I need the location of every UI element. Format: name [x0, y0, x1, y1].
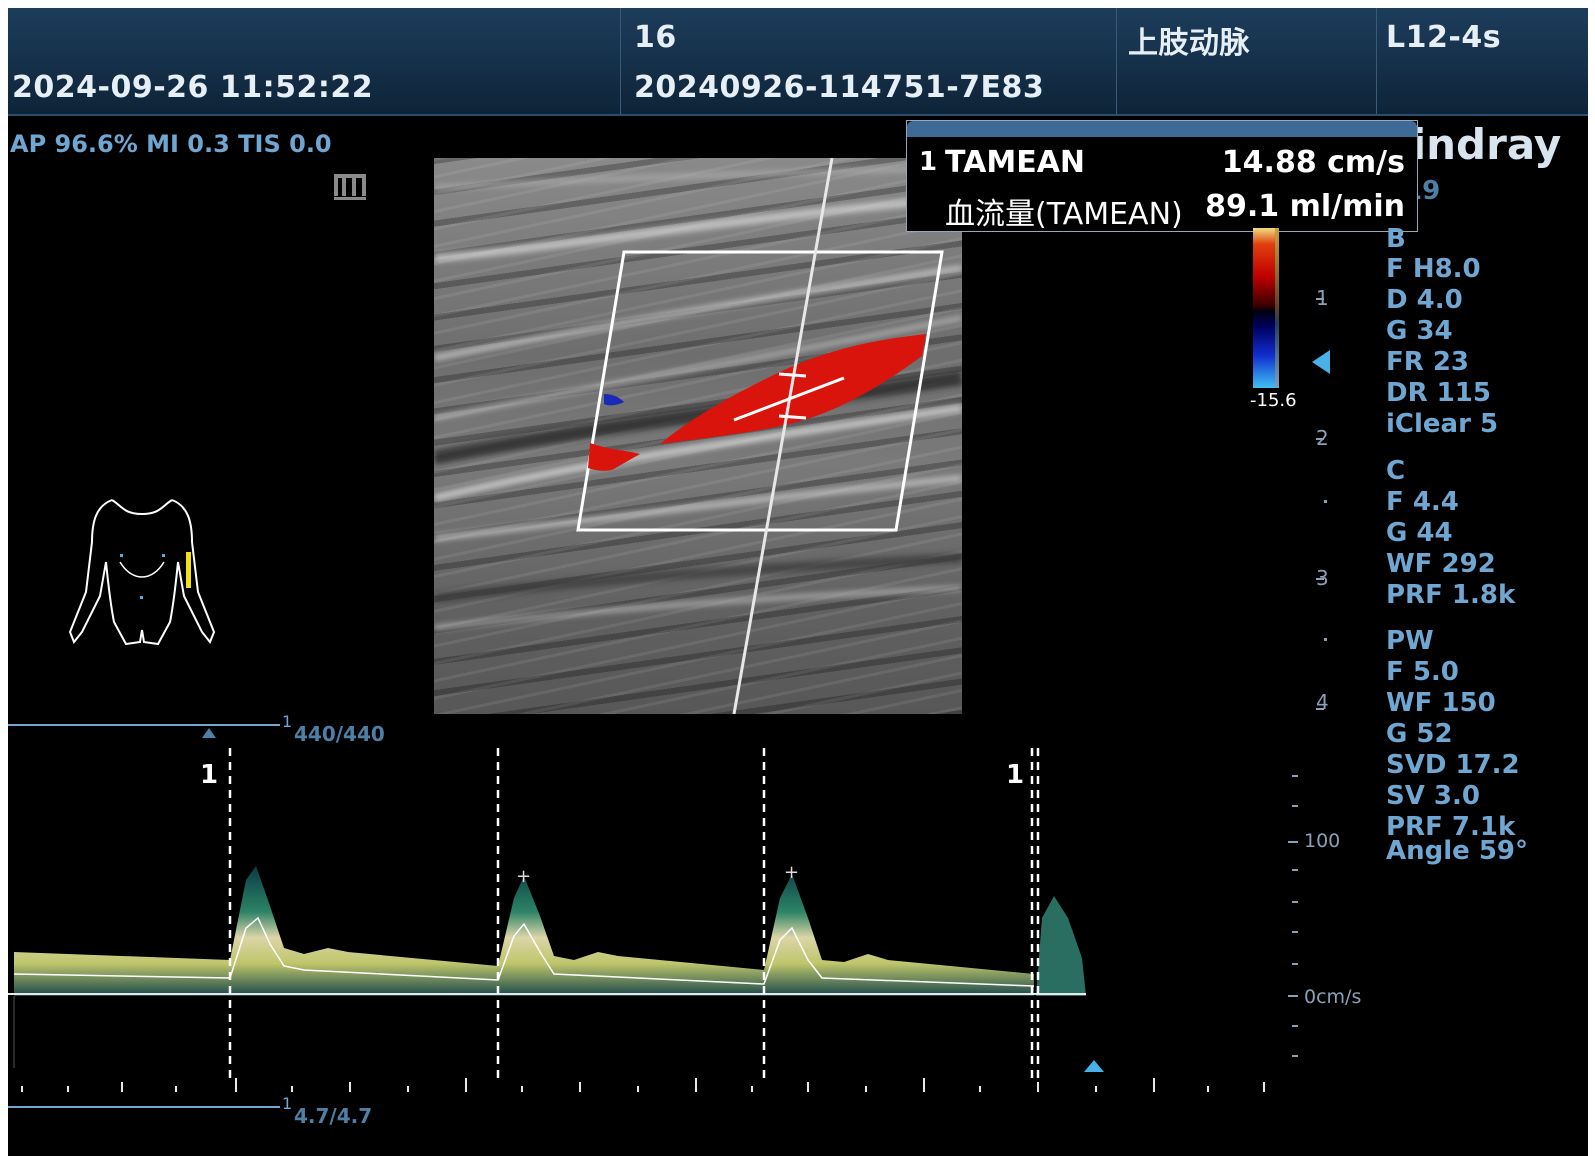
param-pw-wall-filter[interactable]: WF 150 — [1386, 688, 1496, 718]
exam-datetime: 2024-09-26 11:52:22 — [12, 70, 374, 105]
depth-dot — [1324, 638, 1327, 641]
param-b-iclear[interactable]: iClear 5 — [1386, 409, 1498, 439]
color-scale-min: -15.6 — [1250, 390, 1297, 411]
header-cell-exam-type: 上肢动脉 — [1116, 8, 1377, 114]
measurement-results-box[interactable]: 1 TAMEAN 14.88 cm/s 血流量(TAMEAN) 89.1 ml/… — [906, 120, 1418, 232]
velocity-label-0: 0cm/s — [1304, 986, 1362, 1008]
header-cell-datetime: 2024-09-26 11:52:22 — [8, 8, 621, 114]
param-c-prf[interactable]: PRF 1.8k — [1386, 580, 1515, 610]
param-c-wall-filter[interactable]: WF 292 — [1386, 549, 1496, 579]
exam-type: 上肢动脉 — [1128, 26, 1250, 61]
patient-number: 16 — [634, 20, 677, 55]
depth-mark — [1316, 438, 1324, 440]
meas-name-flow: 血流量(TAMEAN) — [945, 197, 1183, 232]
depth-tick-4: 4 — [1316, 690, 1329, 714]
param-b-gain[interactable]: G 34 — [1386, 316, 1453, 346]
param-b-freq[interactable]: F H8.0 — [1386, 254, 1481, 284]
cycle-label-left: 1 — [200, 760, 219, 790]
focus-position-icon[interactable] — [1310, 348, 1332, 376]
cine-position-icon[interactable] — [202, 728, 216, 738]
meas-value-tamean: 14.88 cm/s — [1221, 145, 1405, 180]
spectrum-waveform — [13, 866, 1086, 1068]
measurement-box-titlebar — [907, 121, 1417, 137]
doppler-cursor-line[interactable] — [732, 158, 834, 714]
doppler-spectrum[interactable]: + + 1 1 — [8, 748, 1298, 1098]
time-counter: 4.7/4.7 — [294, 1104, 373, 1128]
orientation-marker-icon — [334, 174, 366, 200]
param-pw-gain[interactable]: G 52 — [1386, 719, 1453, 749]
depth-dot — [1324, 500, 1327, 503]
param-pw-sv[interactable]: SV 3.0 — [1386, 781, 1480, 811]
header-cell-patient: 16 20240926-114751-7E83 — [620, 8, 1117, 114]
param-pw-angle[interactable]: Angle 59° — [1386, 836, 1528, 866]
time-timeline-bar[interactable] — [8, 1106, 280, 1108]
flow-red-region-small — [588, 443, 640, 471]
header-cell-probe: L12-4s — [1376, 8, 1588, 114]
param-b-depth[interactable]: D 4.0 — [1386, 285, 1463, 315]
param-pw-svd[interactable]: SVD 17.2 — [1386, 750, 1520, 780]
b-mode-image[interactable] — [434, 158, 962, 714]
meas-value-flow: 89.1 ml/min — [1205, 189, 1405, 224]
exam-id: 20240926-114751-7E83 — [634, 70, 1045, 105]
meas-name-tamean: TAMEAN — [945, 145, 1086, 180]
sample-gate-bottom — [778, 414, 807, 420]
param-b-frame-rate: FR 23 — [1386, 347, 1470, 377]
velocity-label-100: 100 — [1304, 830, 1341, 852]
param-pw-title: PW — [1386, 626, 1434, 656]
body-marker-icon — [68, 499, 216, 646]
cine-end-marker: 1 — [282, 712, 293, 731]
color-velocity-scale — [1253, 228, 1275, 388]
param-b-dynamic-range[interactable]: DR 115 — [1386, 378, 1491, 408]
peak-marker: + — [516, 866, 531, 887]
depth-mark — [1316, 578, 1324, 580]
header-bar: 2024-09-26 11:52:22 16 20240926-114751-7… — [8, 8, 1588, 116]
depth-mark — [1316, 298, 1324, 300]
cycle-label-right: 1 — [1006, 760, 1025, 790]
param-c-freq[interactable]: F 4.4 — [1386, 487, 1459, 517]
time-end-marker: 1 — [282, 1094, 293, 1113]
probe-name: L12-4s — [1386, 20, 1502, 55]
meas-index-1: 1 — [919, 147, 938, 177]
color-scale-edge — [1275, 228, 1279, 388]
sample-gate-top — [778, 372, 807, 378]
cine-timeline-bar[interactable] — [8, 724, 280, 726]
param-pw-freq[interactable]: F 5.0 — [1386, 657, 1459, 687]
ultrasound-screen: 2024-09-26 11:52:22 16 20240926-114751-7… — [8, 8, 1588, 1156]
param-c-title: C — [1386, 456, 1406, 486]
probe-position-marker — [186, 552, 191, 588]
param-b-title: B — [1386, 224, 1406, 254]
depth-mark — [1316, 708, 1324, 710]
peak-marker: + — [784, 862, 799, 883]
frame-counter: 440/440 — [294, 722, 385, 746]
flow-blue-region — [604, 394, 624, 406]
baseline-position-icon[interactable] — [1084, 1060, 1104, 1072]
acoustic-output: AP 96.6% MI 0.3 TIS 0.0 — [10, 130, 332, 158]
param-c-gain[interactable]: G 44 — [1386, 518, 1453, 548]
